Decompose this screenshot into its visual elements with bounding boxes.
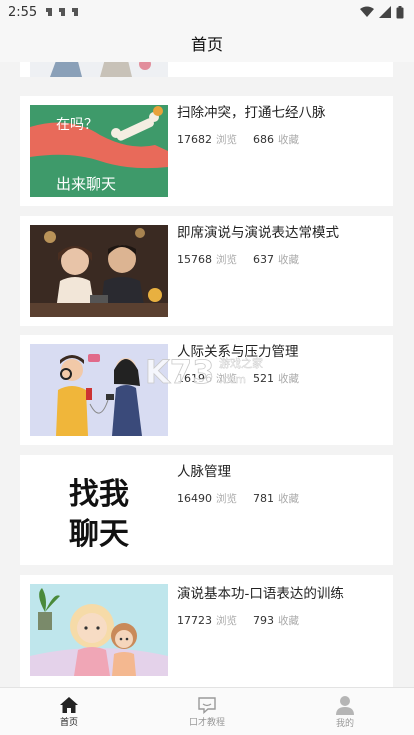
status-bar: 2:55: [0, 0, 414, 24]
views-label: 浏览: [216, 254, 237, 266]
article-title: 演说基本功-口语表达的训练: [177, 586, 344, 602]
article-thumbnail: [30, 225, 168, 317]
article-stats: 17723 浏览 793 收藏: [177, 613, 387, 628]
article-stats: 17682 浏览 686 收藏: [177, 132, 387, 147]
notification-icon: [46, 8, 79, 16]
tab-home[interactable]: 首页: [0, 688, 138, 735]
views-count: 16196: [177, 372, 212, 385]
home-icon: [60, 696, 78, 713]
tab-profile-label: 我的: [335, 718, 354, 729]
page-title: 首页: [190, 35, 223, 54]
views-count: 17682: [177, 133, 212, 146]
status-time: 2:55: [8, 4, 38, 20]
favorites-count: 793: [253, 614, 274, 627]
article-title: 人际关系与压力管理: [177, 344, 299, 360]
mother-child-illustration: [30, 584, 168, 676]
chat-icon: [198, 696, 216, 714]
thumb-text-top: 在吗？: [56, 117, 98, 133]
article-stats: 16490 浏览 781 收藏: [177, 491, 387, 506]
bottom-tab-bar: 首页 口才教程 我的: [0, 687, 414, 735]
views-count: 16490: [177, 492, 212, 505]
views-label: 浏览: [216, 373, 237, 385]
battery-icon: [396, 5, 404, 18]
tab-tutorial[interactable]: 口才教程: [138, 688, 276, 735]
favorites-label: 收藏: [278, 373, 299, 385]
article-info: 即席演说与演说表达常模式 15768 浏览 637 收藏: [177, 224, 387, 267]
views-count: 15768: [177, 253, 212, 266]
list-item[interactable]: 演说基本功-口语表达的训练 17723 浏览 793 收藏: [20, 575, 393, 687]
status-left: 2:55: [8, 5, 81, 20]
favorites-label: 收藏: [278, 493, 299, 505]
article-list[interactable]: 在吗？ 出来聊天 扫除冲突，打通七经八脉 17682 浏览 686 收藏 即席演…: [0, 62, 414, 687]
article-info: 演说基本功-口语表达的训练 17723 浏览 793 收藏: [177, 585, 387, 628]
views-count: 17723: [177, 614, 212, 627]
list-item-partial[interactable]: [20, 62, 393, 77]
article-title: 扫除冲突，打通七经八脉: [177, 105, 326, 121]
article-title: 人脉管理: [177, 464, 231, 480]
list-item[interactable]: 即席演说与演说表达常模式 15768 浏览 637 收藏: [20, 216, 393, 326]
favorites-label: 收藏: [278, 615, 299, 627]
signal-icon: [379, 6, 391, 18]
views-label: 浏览: [216, 134, 237, 146]
chat-meme-image: 在吗？ 出来聊天: [30, 105, 168, 197]
illustration-image: [30, 62, 168, 77]
tab-home-label: 首页: [59, 717, 78, 728]
thumb-text-bottom: 聊天: [69, 517, 129, 552]
favorites-label: 收藏: [278, 254, 299, 266]
article-stats: 16196 浏览 521 收藏: [177, 371, 387, 386]
views-label: 浏览: [216, 615, 237, 627]
article-info: 扫除冲突，打通七经八脉 17682 浏览 686 收藏: [177, 104, 387, 147]
thumb-text-bottom: 出来聊天: [56, 175, 116, 193]
text-meme-image: 找我 聊天: [30, 464, 168, 556]
article-thumbnail: 找我 聊天: [30, 464, 168, 556]
tab-tutorial-label: 口才教程: [188, 717, 225, 728]
title-bar: 首页: [0, 24, 414, 62]
couple-photo-image: [30, 225, 168, 317]
favorites-count: 686: [253, 133, 274, 146]
article-thumbnail: [30, 62, 168, 77]
status-right: [360, 5, 404, 19]
article-thumbnail: 在吗？ 出来聊天: [30, 105, 168, 197]
tab-profile[interactable]: 我的: [276, 688, 414, 735]
list-item[interactable]: 在吗？ 出来聊天 扫除冲突，打通七经八脉 17682 浏览 686 收藏: [20, 96, 393, 206]
favorites-count: 521: [253, 372, 274, 385]
article-thumbnail: [30, 584, 168, 676]
phone-call-illustration: [30, 344, 168, 436]
article-info: 人际关系与压力管理 16196 浏览 521 收藏: [177, 343, 387, 386]
wifi-icon: [360, 6, 374, 17]
favorites-count: 781: [253, 492, 274, 505]
favorites-count: 637: [253, 253, 274, 266]
views-label: 浏览: [216, 493, 237, 505]
person-icon: [336, 695, 354, 715]
article-thumbnail: [30, 344, 168, 436]
favorites-label: 收藏: [278, 134, 299, 146]
thumb-text-top: 找我: [69, 477, 129, 512]
article-stats: 15768 浏览 637 收藏: [177, 252, 387, 267]
list-item[interactable]: 找我 聊天 人脉管理 16490 浏览 781 收藏: [20, 455, 393, 565]
article-info: 人脉管理 16490 浏览 781 收藏: [177, 463, 387, 506]
article-title: 即席演说与演说表达常模式: [177, 225, 339, 241]
list-item[interactable]: 人际关系与压力管理 16196 浏览 521 收藏: [20, 335, 393, 445]
